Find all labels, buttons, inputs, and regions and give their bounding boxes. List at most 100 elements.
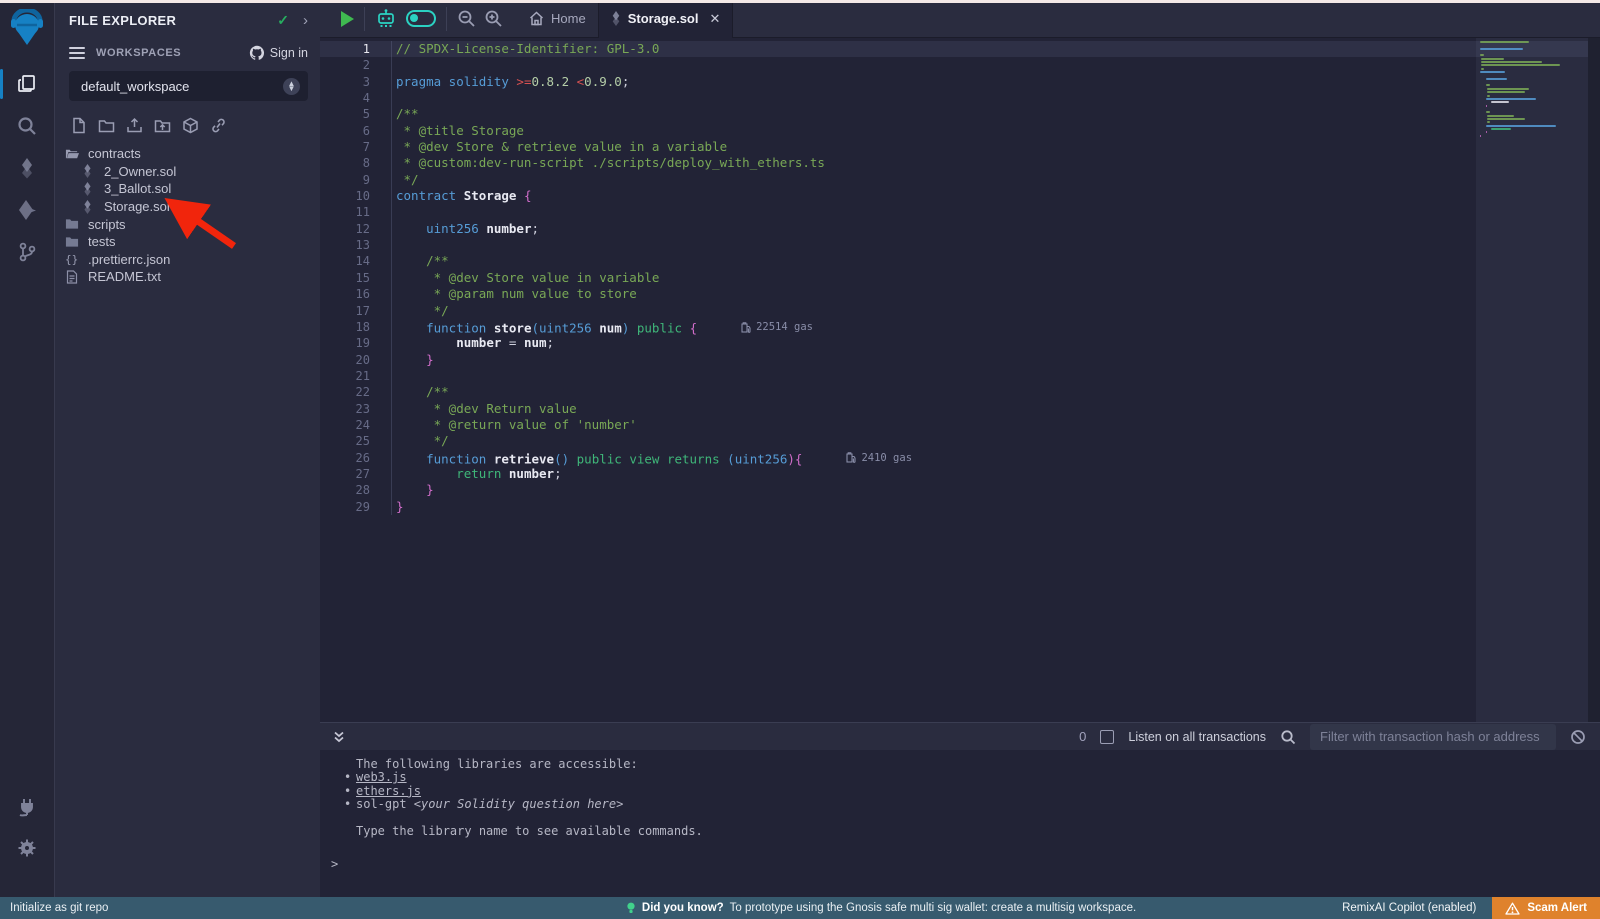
code-text: * @return value of 'number' xyxy=(392,417,637,433)
code-line[interactable]: 4 xyxy=(320,90,1600,106)
file-tree-item--prettierrc-json[interactable]: {}.prettierrc.json xyxy=(55,251,320,269)
upload-folder-icon[interactable] xyxy=(154,117,171,134)
code-editor[interactable]: 1// SPDX-License-Identifier: GPL-3.023pr… xyxy=(320,38,1600,722)
code-line[interactable]: 17 */ xyxy=(320,303,1600,319)
run-script-button[interactable] xyxy=(341,11,354,27)
code-text: */ xyxy=(392,433,449,449)
code-line[interactable]: 15 * @dev Store value in variable xyxy=(320,270,1600,286)
code-line[interactable]: 21 xyxy=(320,368,1600,384)
chevron-right-icon[interactable]: › xyxy=(303,12,308,29)
code-text: */ xyxy=(392,172,419,188)
file-label: 3_Ballot.sol xyxy=(104,181,171,196)
remix-logo-icon[interactable] xyxy=(8,9,46,49)
code-line[interactable]: 13 xyxy=(320,237,1600,253)
code-text xyxy=(392,57,396,73)
collapse-terminal-icon[interactable] xyxy=(332,730,346,744)
sidebar-item-deploy-run[interactable] xyxy=(0,189,55,231)
solgpt-hint: <your Solidity question here> xyxy=(414,797,624,811)
sign-in-button[interactable]: Sign in xyxy=(249,45,308,61)
listen-transactions-checkbox[interactable] xyxy=(1100,730,1114,744)
cube-icon[interactable] xyxy=(182,117,199,134)
file-tree-item-scripts[interactable]: scripts xyxy=(55,215,320,233)
file-tree-item-storage-sol[interactable]: Storage.sol xyxy=(55,198,320,216)
sidebar-item-git[interactable] xyxy=(0,231,55,273)
code-line[interactable]: 28 } xyxy=(320,482,1600,498)
init-git-repo-button[interactable]: Initialize as git repo xyxy=(0,902,420,914)
line-number: 21 xyxy=(320,368,392,384)
workspace-select[interactable]: default_workspace ▲▼ xyxy=(69,71,308,101)
check-icon: ✓ xyxy=(277,12,289,29)
remixai-copilot-toggle[interactable] xyxy=(406,10,436,27)
scam-alert-button[interactable]: Scam Alert xyxy=(1492,897,1600,919)
code-text: } xyxy=(392,352,434,368)
file-tree-item-tests[interactable]: tests xyxy=(55,233,320,251)
file-tree-item-2-owner-sol[interactable]: 2_Owner.sol xyxy=(55,163,320,181)
code-line[interactable]: 22 /** xyxy=(320,384,1600,400)
line-number: 20 xyxy=(320,352,392,368)
copilot-status[interactable]: RemixAI Copilot (enabled) xyxy=(1342,902,1476,914)
folder-icon xyxy=(65,235,80,249)
code-line[interactable]: 9 */ xyxy=(320,172,1600,188)
code-line[interactable]: 12 uint256 number; xyxy=(320,221,1600,237)
terminal-search-icon[interactable] xyxy=(1280,729,1296,745)
code-text: * @param num value to store xyxy=(392,286,637,302)
code-line[interactable]: 24 * @return value of 'number' xyxy=(320,417,1600,433)
code-line[interactable]: 26 function retrieve() public view retur… xyxy=(320,450,1600,466)
code-line[interactable]: 20 } xyxy=(320,352,1600,368)
workspace-menu-icon[interactable] xyxy=(69,47,85,59)
sidebar-item-search[interactable] xyxy=(0,105,55,147)
code-line[interactable]: 27 return number; xyxy=(320,466,1600,482)
code-line[interactable]: 2 xyxy=(320,57,1600,73)
tab-storage-sol[interactable]: Storage.sol ✕ xyxy=(598,0,734,38)
terminal-prompt[interactable]: > xyxy=(331,858,338,871)
create-file-icon[interactable] xyxy=(70,117,87,134)
upload-file-icon[interactable] xyxy=(126,117,143,134)
code-text: function retrieve() public view returns … xyxy=(392,450,912,466)
code-line[interactable]: 1// SPDX-License-Identifier: GPL-3.0 xyxy=(320,41,1600,57)
code-line[interactable]: 14 /** xyxy=(320,253,1600,269)
terminal[interactable]: The following libraries are accessible: … xyxy=(320,750,1600,897)
clear-console-icon[interactable] xyxy=(1570,729,1586,745)
code-line[interactable]: 8 * @custom:dev-run-script ./scripts/dep… xyxy=(320,155,1600,171)
main-area: Home Storage.sol ✕ 1// SPDX-License-Iden… xyxy=(320,0,1600,897)
line-number: 4 xyxy=(320,90,392,106)
code-line[interactable]: 6 * @title Storage xyxy=(320,123,1600,139)
folder-open-icon xyxy=(65,147,80,161)
solidity-icon xyxy=(81,200,96,214)
minimap[interactable] xyxy=(1480,41,1586,138)
code-line[interactable]: 29} xyxy=(320,499,1600,515)
code-line[interactable]: 23 * @dev Return value xyxy=(320,401,1600,417)
code-line[interactable]: 18 function store(uint256 num) public {2… xyxy=(320,319,1600,335)
file-tree-item-readme-txt[interactable]: README.txt xyxy=(55,268,320,286)
create-folder-icon[interactable] xyxy=(98,117,115,134)
close-tab-icon[interactable]: ✕ xyxy=(709,11,720,27)
code-line[interactable]: 25 */ xyxy=(320,433,1600,449)
zoom-in-icon[interactable] xyxy=(484,9,503,28)
code-line[interactable]: 16 * @param num value to store xyxy=(320,286,1600,302)
code-line[interactable]: 19 number = num; xyxy=(320,335,1600,351)
code-text: /** xyxy=(392,106,419,122)
code-text: */ xyxy=(392,303,449,319)
transaction-filter-input[interactable] xyxy=(1310,724,1556,750)
editor-right-gutter xyxy=(1588,38,1600,722)
line-number: 17 xyxy=(320,303,392,319)
code-line[interactable]: 10contract Storage { xyxy=(320,188,1600,204)
zoom-out-icon[interactable] xyxy=(457,9,476,28)
code-line[interactable]: 11 xyxy=(320,204,1600,220)
code-line[interactable]: 3pragma solidity >=0.8.2 <0.9.0; xyxy=(320,74,1600,90)
code-line[interactable]: 5/** xyxy=(320,106,1600,122)
sidebar-item-plugin-manager[interactable] xyxy=(0,785,55,827)
file-tree-item-contracts[interactable]: contracts xyxy=(55,145,320,163)
code-line[interactable]: 7 * @dev Store & retrieve value in a var… xyxy=(320,139,1600,155)
ethers-link[interactable]: ethers.js xyxy=(356,784,421,798)
file-tree-item-3-ballot-sol[interactable]: 3_Ballot.sol xyxy=(55,180,320,198)
sidebar-item-file-explorer[interactable] xyxy=(0,63,55,105)
link-icon[interactable] xyxy=(210,117,227,134)
line-number: 13 xyxy=(320,237,392,253)
web3-link[interactable]: web3.js xyxy=(356,770,407,784)
sidebar-item-settings[interactable] xyxy=(0,827,55,869)
remixai-robot-icon[interactable] xyxy=(375,8,397,30)
minimap-viewport[interactable] xyxy=(1476,38,1588,722)
sidebar-item-solidity-compiler[interactable] xyxy=(0,147,55,189)
tab-home[interactable]: Home xyxy=(517,0,598,38)
